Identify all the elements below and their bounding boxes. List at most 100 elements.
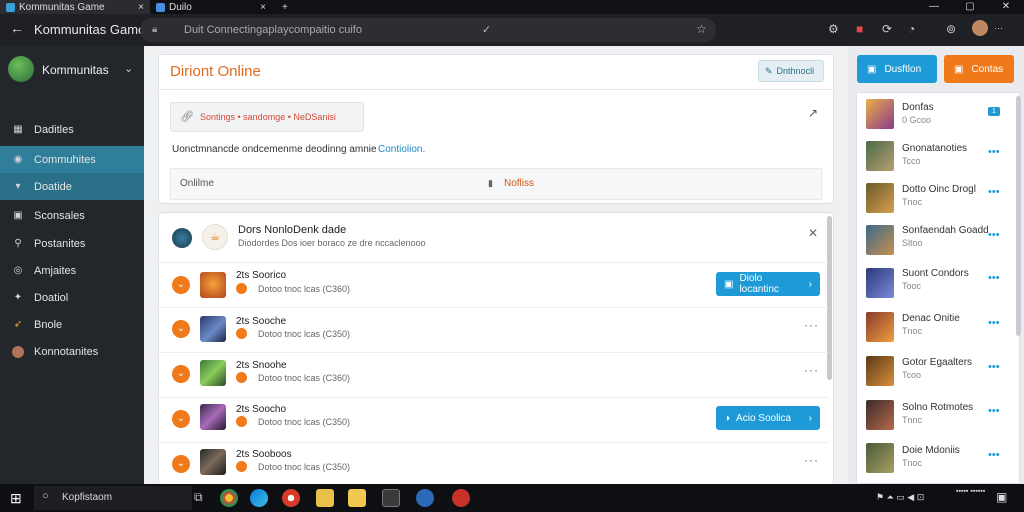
list-item[interactable]: Suont Condors Tooc ••• xyxy=(856,266,1006,311)
row-action-button[interactable]: ▣ Diolo locantinc › xyxy=(716,272,820,296)
clock[interactable]: ▪▪▪▪▪ ▪▪▪▪▪▪ xyxy=(956,487,986,507)
more-options-icon[interactable]: ••• xyxy=(988,449,1000,461)
extension-red-icon[interactable]: ■ xyxy=(856,22,863,36)
close-icon[interactable]: ↗ xyxy=(808,106,818,120)
sidebar-item-star[interactable]: ✦ Doatiol xyxy=(0,284,144,311)
list-item[interactable]: Donfas 0 Gcoo 1 xyxy=(856,94,1006,139)
tab-kommunitas[interactable]: Kommunitas Game × xyxy=(0,0,150,14)
more-options-icon[interactable]: ••• xyxy=(988,146,1000,158)
account-icon[interactable]: ⊚ xyxy=(946,22,956,36)
maximize-icon[interactable]: ▢ xyxy=(952,0,988,14)
opera-icon[interactable] xyxy=(282,489,300,507)
primary-action-button[interactable]: ▣ Dusftlon xyxy=(857,55,937,83)
secondary-action-button[interactable]: ▣ Contas xyxy=(944,55,1014,83)
terminal-icon[interactable] xyxy=(382,489,400,507)
sidebar-item-label: Postanites xyxy=(34,237,86,250)
file-explorer-icon[interactable] xyxy=(316,489,334,507)
notice-link[interactable]: Contiolion. xyxy=(378,144,425,155)
tab-duilo[interactable]: Duilo × xyxy=(150,0,272,14)
more-options-icon[interactable]: ··· xyxy=(804,363,819,377)
friend-avatar xyxy=(866,312,894,342)
folder-icon[interactable] xyxy=(348,489,366,507)
minimize-icon[interactable]: — xyxy=(916,0,952,14)
expand-chevron-icon[interactable]: ⌄ xyxy=(172,410,190,428)
sidebar-item-search[interactable]: ⚲ Postanites xyxy=(0,230,144,257)
more-options-icon[interactable]: ··· xyxy=(804,453,819,467)
sidebar-item-chat[interactable]: ▾ Doatide xyxy=(0,173,144,200)
bookmark-star-icon[interactable]: ☆ xyxy=(696,22,707,36)
scrollbar[interactable] xyxy=(1016,96,1021,336)
list-item[interactable]: Gnonatanoties Tcco ••• xyxy=(856,136,1006,181)
profile-avatar[interactable] xyxy=(972,20,988,36)
header-action-button[interactable]: ✎ Dnthnocli xyxy=(758,60,824,82)
notifications-icon[interactable]: ▣ xyxy=(996,490,1007,504)
sync-icon[interactable]: ⟳ xyxy=(882,22,892,36)
search-icon: ⚲ xyxy=(14,238,22,249)
friend-status: Tnoc xyxy=(902,326,923,336)
expand-chevron-icon[interactable]: ⌄ xyxy=(172,320,190,338)
list-item[interactable]: Dotto Oinc Drogl Tnoc ••• xyxy=(856,180,1006,225)
notice-text: Uonctmnancde ondcemenme deodinng amnie xyxy=(172,144,377,155)
friend-name: Suont Condors xyxy=(902,268,969,279)
sidebar-item-grid[interactable]: ▣ Sconsales xyxy=(0,202,144,229)
expand-chevron-icon[interactable]: ⌄ xyxy=(172,365,190,383)
extensions-icon[interactable]: ⚙ xyxy=(828,22,839,36)
more-options-icon[interactable]: ••• xyxy=(988,361,1000,373)
more-options-icon[interactable]: ••• xyxy=(988,405,1000,417)
status-right[interactable]: Nofliss xyxy=(504,178,534,189)
task-view-icon[interactable]: ⧉ xyxy=(194,490,203,505)
system-tray-icons[interactable]: ⚑ ⏶ ▭ ◀ ⊡ xyxy=(876,492,924,503)
dashboard-icon: ▦ xyxy=(13,124,23,135)
close-tab-icon[interactable]: × xyxy=(260,2,266,13)
friend-name: Dotto Oinc Drogl xyxy=(902,184,976,195)
close-window-icon[interactable]: ✕ xyxy=(988,0,1024,14)
friend-status: 0 Gcoo xyxy=(902,115,932,125)
more-options-icon[interactable]: ••• xyxy=(988,186,1000,198)
scrollbar[interactable] xyxy=(827,216,832,380)
sidebar-item-label: Daditles xyxy=(34,123,74,136)
more-options-icon[interactable]: ••• xyxy=(988,229,1000,241)
url-text[interactable]: Duit Connectingaplaycompaitio cuifo xyxy=(184,24,362,36)
expand-chevron-icon[interactable]: ⌄ xyxy=(172,455,190,473)
row-button-label: Acio Soolica xyxy=(736,412,792,424)
expand-chevron-icon[interactable]: ⌄ xyxy=(172,276,190,294)
notification-icon: ▮ xyxy=(488,178,493,188)
profile-avatar[interactable] xyxy=(8,56,34,82)
profile-menu-icon[interactable]: ··· xyxy=(994,23,1003,33)
edge-icon[interactable] xyxy=(250,489,268,507)
more-options-icon[interactable]: ••• xyxy=(988,272,1000,284)
taskbar-search[interactable] xyxy=(34,486,192,510)
steam-icon[interactable] xyxy=(416,489,434,507)
close-icon[interactable]: ✕ xyxy=(808,226,818,240)
avatar-icon xyxy=(12,345,24,358)
sidebar-item-dashboard[interactable]: ▦ Daditles xyxy=(0,116,144,143)
friend-status: Tnoc xyxy=(902,458,923,468)
game-app-icon[interactable] xyxy=(452,489,470,507)
windows-start-icon[interactable]: ⊞ xyxy=(10,490,22,507)
game-thumbnail xyxy=(200,404,226,430)
chevron-down-icon[interactable]: ⌄ xyxy=(124,62,133,75)
close-tab-icon[interactable]: × xyxy=(138,2,144,13)
back-arrow-icon[interactable]: ← xyxy=(10,20,24,36)
sidebar-item-pin[interactable]: ➶ Bnole xyxy=(0,311,144,338)
sidebar-item-members[interactable]: Konnotanites xyxy=(0,338,144,365)
shield-icon[interactable]: ◔ xyxy=(908,22,915,36)
new-tab-button[interactable]: + xyxy=(276,0,294,14)
chrome-icon[interactable] xyxy=(220,489,238,507)
row-meta: Dotoo tnoc lcas (C360) xyxy=(258,284,351,294)
sidebar-item-label: Doatiol xyxy=(34,291,69,304)
list-item[interactable]: Doie Mdoniis Tnoc ••• xyxy=(856,440,1006,485)
friend-name: Solno Rotmotes xyxy=(902,402,974,413)
more-options-icon[interactable]: ••• xyxy=(988,317,1000,329)
list-item[interactable]: Sonfaendah Goadd Sltoo ••• xyxy=(856,223,1006,268)
settings-icon: ◎ xyxy=(13,265,23,276)
sidebar-item-community[interactable]: ◉ Commuhites xyxy=(0,146,144,173)
row-action-button[interactable]: ◑ Acio Soolica › xyxy=(716,406,820,430)
link-icon: 🔗︎ xyxy=(180,111,194,123)
friend-name: Sonfaendah Goadd xyxy=(902,225,989,236)
list-item[interactable]: Gotor Egaalters Tcoo ••• xyxy=(856,354,1006,399)
list-item[interactable]: Solno Rotmotes Tnnc ••• xyxy=(856,398,1006,443)
list-item[interactable]: Denac Onitie Tnoc ••• xyxy=(856,310,1006,355)
sidebar-item-settings[interactable]: ◎ Amjaites xyxy=(0,257,144,284)
more-options-icon[interactable]: ··· xyxy=(804,318,819,332)
